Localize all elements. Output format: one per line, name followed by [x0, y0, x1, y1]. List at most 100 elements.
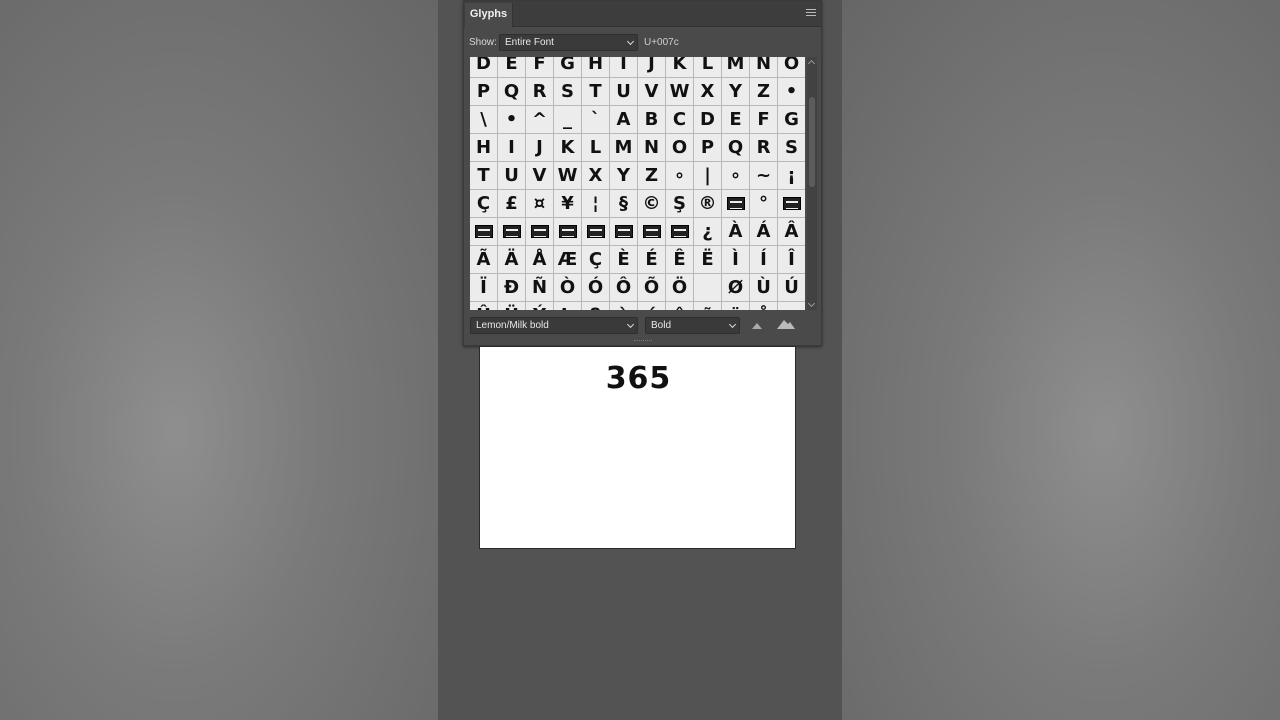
glyph-cell[interactable]: ^: [526, 106, 554, 134]
glyph-cell[interactable]: Ô: [610, 274, 638, 302]
glyph-cell[interactable]: Ê: [666, 246, 694, 274]
glyph-cell[interactable]: Ç: [470, 190, 498, 218]
glyph-cell[interactable]: N: [638, 134, 666, 162]
glyph-cell[interactable]: P: [470, 78, 498, 106]
glyph-cell[interactable]: I: [610, 57, 638, 78]
glyph-cell[interactable]: O: [666, 134, 694, 162]
glyph-cell[interactable]: •: [498, 106, 526, 134]
glyph-cell[interactable]: M: [610, 134, 638, 162]
glyph-cell[interactable]: [526, 218, 554, 246]
glyph-cell[interactable]: ß: [582, 302, 610, 310]
glyph-cell[interactable]: Û: [470, 302, 498, 310]
glyph-cell[interactable]: â: [666, 302, 694, 310]
glyph-cell[interactable]: å: [750, 302, 778, 310]
glyph-cell[interactable]: X: [582, 162, 610, 190]
glyph-cell[interactable]: Á: [750, 218, 778, 246]
glyph-cell[interactable]: F: [750, 106, 778, 134]
zoom-out-mountain-icon[interactable]: [752, 321, 762, 329]
scrollbar-thumb[interactable]: [809, 97, 815, 187]
glyph-cell[interactable]: U: [498, 162, 526, 190]
glyph-cell[interactable]: Ó: [582, 274, 610, 302]
glyph-cell[interactable]: Þ: [554, 302, 582, 310]
glyph-cell[interactable]: •: [778, 78, 805, 106]
glyph-cell[interactable]: Ü: [498, 302, 526, 310]
glyph-cell[interactable]: [778, 190, 805, 218]
glyph-cell[interactable]: ã: [694, 302, 722, 310]
glyph-cell[interactable]: Y: [610, 162, 638, 190]
glyph-cell[interactable]: ¿: [694, 218, 722, 246]
glyph-cell[interactable]: W: [554, 162, 582, 190]
glyph-cell[interactable]: æ: [778, 302, 805, 310]
glyph-cell[interactable]: °: [750, 190, 778, 218]
scroll-up-icon[interactable]: [807, 59, 816, 68]
glyph-cell[interactable]: D: [694, 106, 722, 134]
glyph-cell[interactable]: \: [470, 106, 498, 134]
glyph-cell[interactable]: Ï: [470, 274, 498, 302]
glyph-cell[interactable]: ∘: [666, 162, 694, 190]
glyph-cell[interactable]: M: [722, 57, 750, 78]
glyph-cell[interactable]: Í: [750, 246, 778, 274]
document-artboard[interactable]: 365: [479, 346, 796, 549]
glyph-cell[interactable]: ¥: [554, 190, 582, 218]
panel-menu-icon[interactable]: [806, 9, 816, 19]
glyph-cell[interactable]: à: [610, 302, 638, 310]
panel-resize-grip[interactable]: [634, 340, 652, 343]
font-style-dropdown[interactable]: Bold: [645, 317, 740, 334]
glyph-cell[interactable]: R: [750, 134, 778, 162]
glyph-cell[interactable]: È: [610, 246, 638, 274]
glyph-cell[interactable]: V: [638, 78, 666, 106]
glyph-cell[interactable]: D: [470, 57, 498, 78]
glyph-cell[interactable]: ¦: [582, 190, 610, 218]
glyph-cell[interactable]: [582, 218, 610, 246]
glyph-cell[interactable]: Ù: [750, 274, 778, 302]
glyph-cell[interactable]: I: [498, 134, 526, 162]
glyph-cell[interactable]: Ð: [498, 274, 526, 302]
glyph-cell[interactable]: Ò: [554, 274, 582, 302]
glyph-cell[interactable]: Z: [638, 162, 666, 190]
glyph-cell[interactable]: Ã: [470, 246, 498, 274]
glyph-cell[interactable]: Ë: [694, 246, 722, 274]
glyph-cell[interactable]: Õ: [638, 274, 666, 302]
glyph-cell[interactable]: [554, 218, 582, 246]
glyph-cell[interactable]: B: [638, 106, 666, 134]
glyph-cell[interactable]: ¤: [526, 190, 554, 218]
glyph-cell[interactable]: E: [498, 57, 526, 78]
glyph-cell[interactable]: V: [526, 162, 554, 190]
glyph-cell[interactable]: H: [582, 57, 610, 78]
glyph-cell[interactable]: [498, 218, 526, 246]
glyph-cell[interactable]: ~: [750, 162, 778, 190]
glyph-cell[interactable]: £: [498, 190, 526, 218]
glyph-cell[interactable]: ©: [638, 190, 666, 218]
glyph-cell[interactable]: Ş: [666, 190, 694, 218]
glyph-cell[interactable]: N: [750, 57, 778, 78]
glyph-cell[interactable]: Ç: [582, 246, 610, 274]
glyph-cell[interactable]: C: [666, 106, 694, 134]
glyph-cell[interactable]: W: [666, 78, 694, 106]
glyph-cell[interactable]: [638, 218, 666, 246]
glyph-cell[interactable]: Â: [778, 218, 805, 246]
glyph-cell[interactable]: [610, 218, 638, 246]
zoom-in-mountain-icon[interactable]: [777, 319, 795, 329]
glyph-cell[interactable]: E: [722, 106, 750, 134]
glyph-cell[interactable]: J: [638, 57, 666, 78]
glyph-cell[interactable]: G: [554, 57, 582, 78]
glyph-cell[interactable]: ®: [694, 190, 722, 218]
glyph-cell[interactable]: á: [638, 302, 666, 310]
glyph-cell[interactable]: G: [778, 106, 805, 134]
glyph-cell[interactable]: P: [694, 134, 722, 162]
glyph-cell[interactable]: F: [526, 57, 554, 78]
glyph-cell[interactable]: É: [638, 246, 666, 274]
glyph-cell[interactable]: Y: [722, 78, 750, 106]
glyph-cell[interactable]: K: [554, 134, 582, 162]
glyph-cell[interactable]: Ñ: [526, 274, 554, 302]
glyph-cell[interactable]: Q: [498, 78, 526, 106]
scroll-down-icon[interactable]: [807, 299, 816, 308]
glyph-cell[interactable]: ¡: [778, 162, 805, 190]
tab-glyphs[interactable]: Glyphs: [465, 3, 513, 27]
glyph-cell[interactable]: `: [582, 106, 610, 134]
glyph-cell[interactable]: _: [554, 106, 582, 134]
glyph-cell[interactable]: Ú: [778, 274, 805, 302]
glyph-cell[interactable]: Æ: [554, 246, 582, 274]
glyph-cell[interactable]: A: [610, 106, 638, 134]
glyph-cell[interactable]: T: [582, 78, 610, 106]
